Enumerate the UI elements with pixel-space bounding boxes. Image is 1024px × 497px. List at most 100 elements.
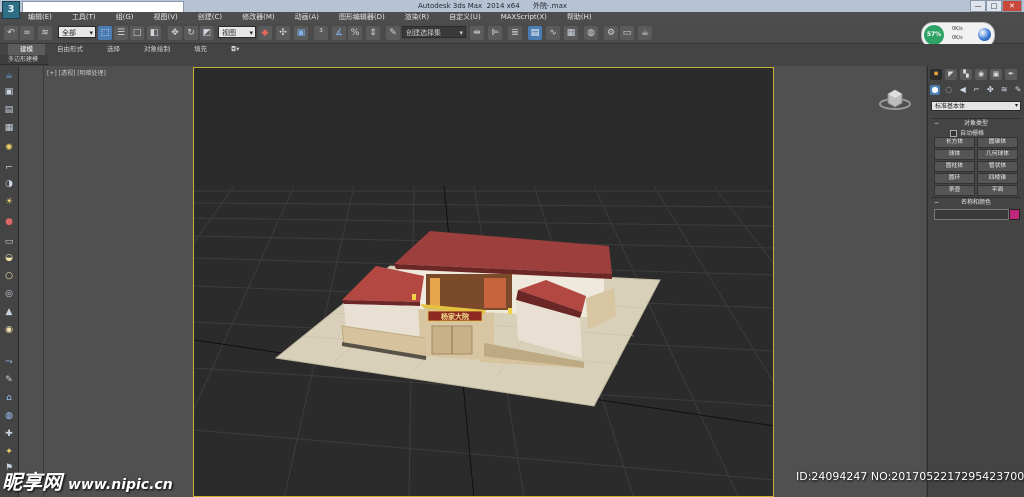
- mesh-icon[interactable]: ⌂: [3, 392, 15, 404]
- percent-snap-icon[interactable]: %: [348, 26, 362, 40]
- undo-icon[interactable]: ↶: [4, 26, 18, 40]
- rendered-frame-icon[interactable]: ▭: [620, 26, 634, 40]
- star-icon[interactable]: ✦: [3, 446, 15, 458]
- half-sphere-icon[interactable]: ◑: [3, 178, 15, 190]
- tube-button[interactable]: 管状体: [977, 161, 1018, 172]
- primitive-type-dropdown[interactable]: 标准基本体: [931, 101, 1021, 111]
- modify-tab-icon[interactable]: ◤: [945, 69, 957, 80]
- menu-group[interactable]: 组(G): [116, 12, 134, 23]
- teapot-icon[interactable]: ☕: [3, 70, 15, 82]
- tab-modeling[interactable]: 建模: [8, 44, 45, 55]
- menu-rendering[interactable]: 渲染(R): [405, 12, 429, 23]
- object-name-input[interactable]: [934, 209, 1009, 220]
- menu-create[interactable]: 创建(C): [198, 12, 222, 23]
- grid-icon[interactable]: ▦: [3, 122, 15, 134]
- cylinder-button[interactable]: 圆柱体: [934, 161, 975, 172]
- edit-named-selection-icon[interactable]: ✎: [386, 26, 400, 40]
- create-tab-icon[interactable]: ✹: [930, 69, 942, 80]
- autogrid-box[interactable]: [950, 130, 957, 137]
- bend-icon[interactable]: ⤳: [3, 356, 15, 368]
- menu-tools[interactable]: 工具(T): [72, 12, 96, 23]
- dome-icon[interactable]: ◒: [3, 252, 15, 264]
- cameras-icon[interactable]: ⌐: [972, 85, 982, 95]
- hierarchy-tab-icon[interactable]: ▚: [960, 69, 972, 80]
- autogrid-checkbox[interactable]: 自动栅格: [950, 128, 984, 137]
- helpers-icon[interactable]: ✤: [985, 85, 995, 95]
- record-icon[interactable]: ●: [3, 216, 15, 228]
- tab-populate[interactable]: 填充: [182, 44, 219, 55]
- scale-icon[interactable]: ◩: [200, 26, 214, 40]
- maximize-button[interactable]: □: [986, 0, 1002, 12]
- align-icon[interactable]: ⊫: [488, 26, 502, 40]
- link-icon[interactable]: ∞: [20, 26, 34, 40]
- ribbon-options-button[interactable]: ◘▾: [219, 44, 251, 55]
- viewport-label[interactable]: [+] [透视] [明暗处理]: [47, 68, 106, 77]
- menu-help[interactable]: 帮助(H): [567, 12, 592, 23]
- rectangular-region-icon[interactable]: □: [130, 26, 144, 40]
- plane-button[interactable]: 平面: [977, 185, 1018, 196]
- geometry-icon[interactable]: ●: [930, 85, 940, 95]
- menu-animation[interactable]: 动画(A): [295, 12, 319, 23]
- menu-edit[interactable]: 编辑(E): [28, 12, 52, 23]
- menu-maxscript[interactable]: MAXScript(X): [501, 12, 547, 23]
- lights-icon[interactable]: ◀: [958, 85, 968, 95]
- render-teapot-icon[interactable]: ☕: [638, 26, 652, 40]
- cone-button[interactable]: 圆锥体: [977, 137, 1018, 148]
- utilities-tab-icon[interactable]: ✒: [1005, 69, 1017, 80]
- name-color-rollout[interactable]: 名称和颜色: [931, 197, 1021, 207]
- torus-button[interactable]: 圆环: [934, 173, 975, 184]
- curve-editor-icon[interactable]: ∿: [546, 26, 560, 40]
- cone-icon[interactable]: ▲: [3, 306, 15, 318]
- object-type-rollout[interactable]: 对象类型: [931, 118, 1021, 128]
- pyramid-button[interactable]: 四棱锥: [977, 173, 1018, 184]
- circle-icon[interactable]: ○: [3, 270, 15, 282]
- menu-views[interactable]: 视图(V): [154, 12, 178, 23]
- move-icon[interactable]: ✥: [168, 26, 182, 40]
- geosphere-button[interactable]: 几何球体: [977, 149, 1018, 160]
- reference-coordinate-dropdown[interactable]: 视图: [218, 26, 256, 39]
- schematic-view-icon[interactable]: ▦: [564, 26, 578, 40]
- select-manipulate-icon[interactable]: ✣: [276, 26, 290, 40]
- camera-icon[interactable]: ⌐: [3, 162, 15, 174]
- select-object-icon[interactable]: ⬚: [98, 26, 112, 40]
- minimize-button[interactable]: —: [970, 0, 986, 12]
- tab-selection[interactable]: 选择: [95, 44, 132, 55]
- select-by-name-icon[interactable]: ☰: [114, 26, 128, 40]
- keyboard-shortcut-icon[interactable]: ▣: [294, 26, 308, 40]
- panel-icon[interactable]: ▤: [3, 104, 15, 116]
- object-color-swatch[interactable]: [1009, 209, 1020, 220]
- selection-filter-dropdown[interactable]: 全部: [58, 26, 96, 39]
- scene-explorer-icon[interactable]: ▤: [528, 26, 542, 40]
- teapot-button[interactable]: 茶壶: [934, 185, 975, 196]
- mirror-icon[interactable]: ⇹: [470, 26, 484, 40]
- close-button[interactable]: ✕: [1002, 0, 1022, 12]
- light-icon[interactable]: ✺: [3, 142, 15, 154]
- systems-icon[interactable]: ✎: [1013, 85, 1023, 95]
- menu-customize[interactable]: 自定义(U): [449, 12, 481, 23]
- wrench-icon[interactable]: ✚: [3, 428, 15, 440]
- sphere-icon[interactable]: ◉: [3, 324, 15, 336]
- sun-icon[interactable]: ☀: [3, 196, 15, 208]
- window-crossing-icon[interactable]: ◧: [147, 26, 161, 40]
- rectangle-icon[interactable]: ▭: [3, 236, 15, 248]
- layer-manager-icon[interactable]: ≣: [508, 26, 522, 40]
- ribbon-subtitle[interactable]: 多边形建模: [0, 55, 48, 65]
- tab-object-paint[interactable]: 对象绘制: [132, 44, 182, 55]
- globe-icon[interactable]: ◍: [3, 410, 15, 422]
- spacewarps-icon[interactable]: ≋: [999, 85, 1009, 95]
- perspective-viewport[interactable]: 杨家大院: [193, 67, 774, 497]
- app-logo-icon[interactable]: 3: [2, 1, 20, 19]
- display-tab-icon[interactable]: ▣: [990, 69, 1002, 80]
- sphere-button[interactable]: 球体: [934, 149, 975, 160]
- torus-icon[interactable]: ◎: [3, 288, 15, 300]
- named-selection-dropdown[interactable]: 创建选择集: [402, 26, 466, 39]
- menu-modifiers[interactable]: 修改器(M): [242, 12, 275, 23]
- angle-snap-icon[interactable]: ∡: [332, 26, 346, 40]
- motion-tab-icon[interactable]: ◉: [975, 69, 987, 80]
- material-editor-icon[interactable]: ◍: [584, 26, 598, 40]
- spinner-snap-icon[interactable]: ⇕: [366, 26, 380, 40]
- box-icon[interactable]: ▣: [3, 86, 15, 98]
- rotate-icon[interactable]: ↻: [184, 26, 198, 40]
- pivot-center-icon[interactable]: ◆: [258, 26, 272, 40]
- viewcube-gizmo-icon[interactable]: [878, 86, 912, 112]
